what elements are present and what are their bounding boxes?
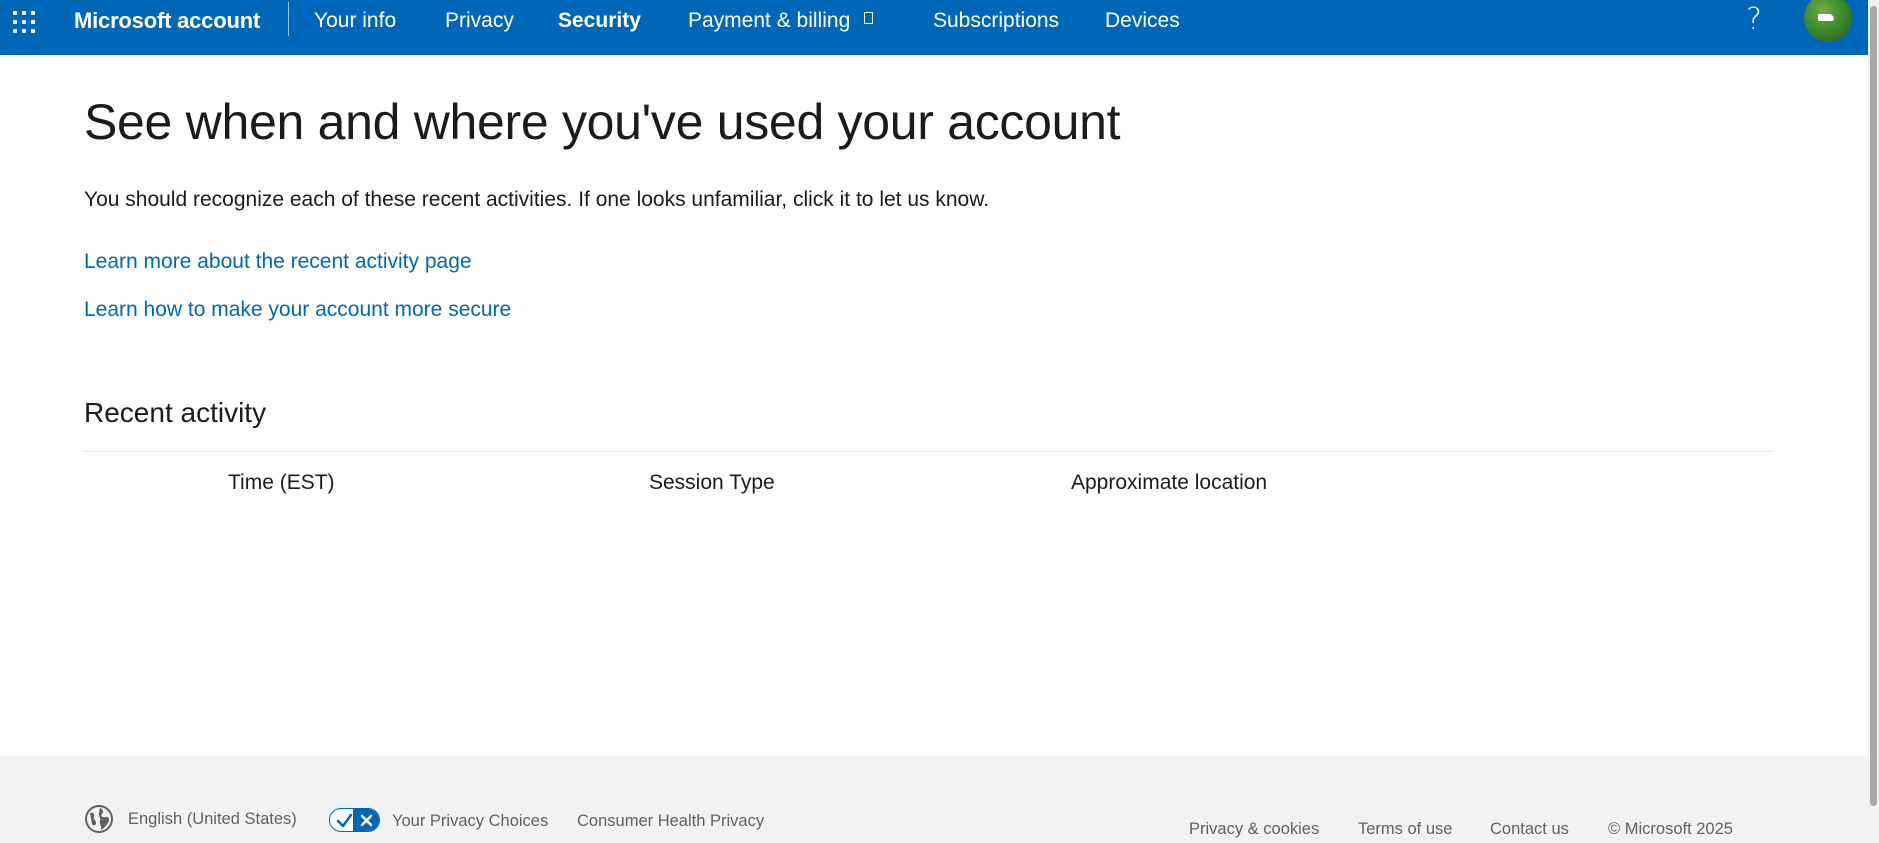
- brand-title[interactable]: Microsoft account: [74, 8, 260, 34]
- page-scrollbar[interactable]: [1868, 0, 1879, 843]
- app-launcher-icon[interactable]: [13, 8, 39, 34]
- recent-activity-heading: Recent activity: [84, 397, 267, 428]
- privacy-cookies-link[interactable]: Privacy & cookies: [1189, 819, 1319, 839]
- avatar[interactable]: [1804, 0, 1852, 42]
- help-icon[interactable]: ?: [1746, 2, 1770, 38]
- nav-subscriptions[interactable]: Subscriptions: [933, 8, 1059, 34]
- learn-more-recent-activity-link[interactable]: Learn more about the recent activity pag…: [84, 248, 472, 276]
- nav-your-info[interactable]: Your info: [314, 8, 396, 34]
- globe-icon[interactable]: [84, 804, 114, 834]
- contact-us-link[interactable]: Contact us: [1490, 819, 1569, 839]
- top-navigation-bar: Microsoft account Your info Privacy Secu…: [0, 0, 1868, 55]
- consumer-health-privacy-link[interactable]: Consumer Health Privacy: [577, 811, 764, 831]
- nav-payment-billing-label: Payment & billing: [688, 9, 851, 32]
- page-title: See when and where you've used your acco…: [84, 94, 1121, 150]
- privacy-choices-link[interactable]: Your Privacy Choices: [392, 811, 548, 831]
- scrollbar-thumb[interactable]: [1870, 6, 1877, 806]
- column-header-session-type: Session Type: [649, 471, 775, 494]
- nav-divider: [288, 2, 289, 36]
- terms-of-use-link[interactable]: Terms of use: [1358, 819, 1452, 839]
- external-link-icon: [864, 12, 874, 24]
- intro-text: You should recognize each of these recen…: [84, 188, 990, 211]
- column-header-time: Time (EST): [228, 471, 335, 494]
- privacy-choices-toggle-icon[interactable]: [329, 808, 380, 832]
- copyright: © Microsoft 2025: [1608, 820, 1733, 838]
- nav-security[interactable]: Security: [558, 8, 641, 34]
- section-divider: [84, 451, 1772, 452]
- nav-privacy[interactable]: Privacy: [445, 8, 514, 34]
- nav-payment-billing[interactable]: Payment & billing: [688, 8, 874, 34]
- language-selector[interactable]: English (United States): [128, 809, 297, 829]
- learn-account-security-link[interactable]: Learn how to make your account more secu…: [84, 296, 511, 324]
- column-header-location: Approximate location: [1071, 471, 1268, 494]
- footer: English (United States) Your Privacy Cho…: [0, 756, 1868, 843]
- nav-devices[interactable]: Devices: [1105, 8, 1180, 34]
